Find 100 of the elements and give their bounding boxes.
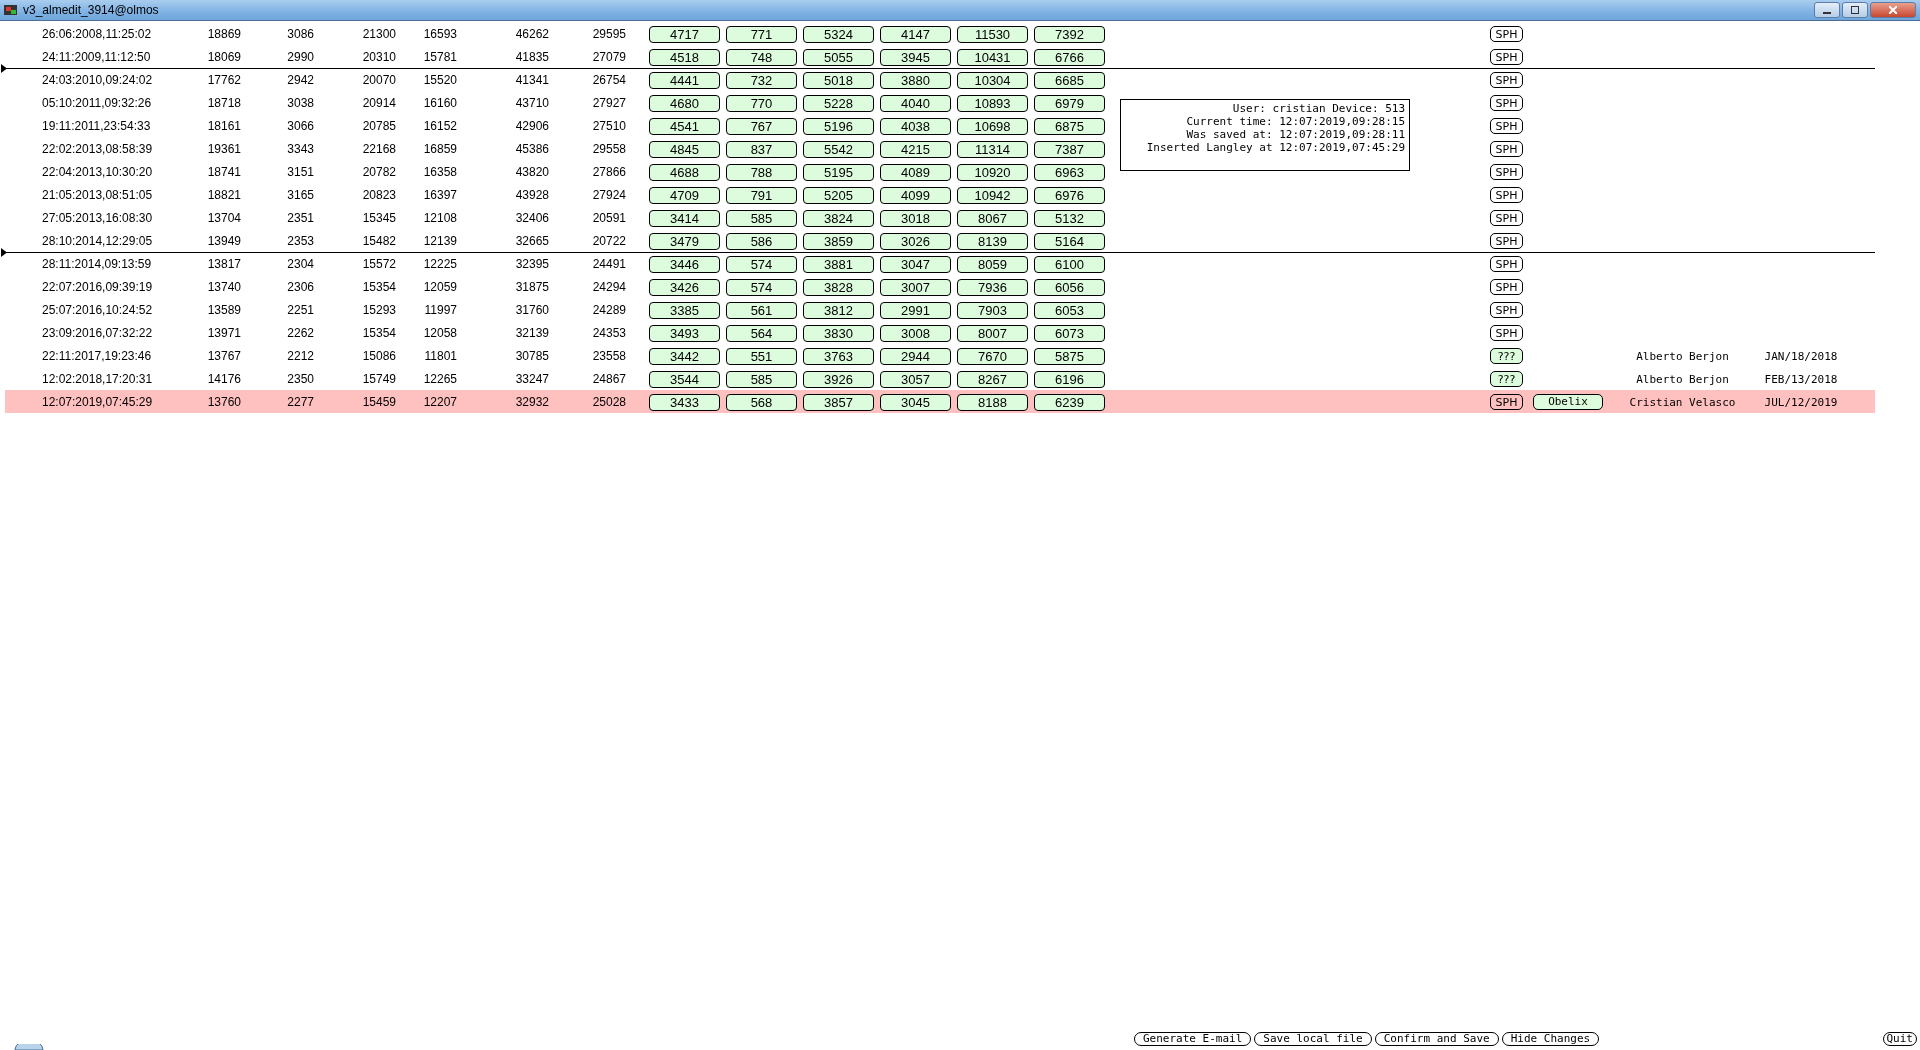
value-field[interactable]: 6053 — [1034, 301, 1105, 319]
value-field[interactable]: 5018 — [803, 71, 874, 89]
table-row[interactable]: 28:11:2014,09:13:59 13817 2304 15572 12225 32395 24491 3446 574 3881 3047 8059 6100 SPH — [5, 252, 1875, 275]
value-field[interactable]: 8267 — [957, 370, 1028, 388]
maximize-button[interactable] — [1842, 2, 1868, 18]
value-field[interactable]: 10304 — [957, 71, 1028, 89]
value-field[interactable]: 11530 — [957, 25, 1028, 43]
value-field[interactable]: 561 — [726, 301, 797, 319]
value-field[interactable]: 5055 — [803, 48, 874, 66]
value-field[interactable]: 3880 — [880, 71, 951, 89]
value-field[interactable]: 3857 — [803, 393, 874, 411]
value-field[interactable]: 6056 — [1034, 278, 1105, 296]
value-field[interactable]: 4845 — [649, 140, 720, 158]
value-field[interactable]: 732 — [726, 71, 797, 89]
value-field[interactable]: 11314 — [957, 140, 1028, 158]
table-row[interactable]: 12:07:2019,07:45:29 13760 2277 15459 12207 32932 25028 3433 568 3857 3045 8188 6239 SPH Obelix Cristian Velasco JUL/12/2019 — [5, 390, 1875, 413]
value-field[interactable]: 6100 — [1034, 255, 1105, 273]
value-field[interactable]: 8059 — [957, 255, 1028, 273]
value-field[interactable]: 7392 — [1034, 25, 1105, 43]
value-field[interactable]: 4709 — [649, 186, 720, 204]
value-field[interactable]: 6766 — [1034, 48, 1105, 66]
value-field[interactable]: 5196 — [803, 117, 874, 135]
value-field[interactable]: 586 — [726, 232, 797, 250]
flag-button[interactable]: SPH — [1490, 118, 1523, 134]
value-field[interactable]: 6685 — [1034, 71, 1105, 89]
value-field[interactable]: 6196 — [1034, 370, 1105, 388]
value-field[interactable]: 5875 — [1034, 347, 1105, 365]
value-field[interactable]: 3544 — [649, 370, 720, 388]
value-field[interactable]: 10431 — [957, 48, 1028, 66]
action-button[interactable]: Save local file — [1254, 1032, 1372, 1046]
value-field[interactable]: 3026 — [880, 232, 951, 250]
value-field[interactable]: 2944 — [880, 347, 951, 365]
value-field[interactable]: 3385 — [649, 301, 720, 319]
value-field[interactable]: 3047 — [880, 255, 951, 273]
value-field[interactable]: 4688 — [649, 163, 720, 181]
value-field[interactable]: 574 — [726, 278, 797, 296]
value-field[interactable]: 3763 — [803, 347, 874, 365]
value-field[interactable]: 3926 — [803, 370, 874, 388]
value-field[interactable]: 4089 — [880, 163, 951, 181]
value-field[interactable]: 3812 — [803, 301, 874, 319]
value-field[interactable]: 3007 — [880, 278, 951, 296]
value-field[interactable]: 564 — [726, 324, 797, 342]
flag-button[interactable]: SPH — [1490, 279, 1523, 295]
value-field[interactable]: 5542 — [803, 140, 874, 158]
value-field[interactable]: 8139 — [957, 232, 1028, 250]
flag-button[interactable]: SPH — [1490, 302, 1523, 318]
value-field[interactable]: 6979 — [1034, 94, 1105, 112]
action-button[interactable]: Confirm and Save — [1374, 1032, 1499, 1046]
value-field[interactable]: 8007 — [957, 324, 1028, 342]
flag-button[interactable]: SPH — [1490, 187, 1523, 203]
value-field[interactable]: 3008 — [880, 324, 951, 342]
value-field[interactable]: 3045 — [880, 393, 951, 411]
value-field[interactable]: 7903 — [957, 301, 1028, 319]
value-field[interactable]: 3824 — [803, 209, 874, 227]
value-field[interactable]: 3414 — [649, 209, 720, 227]
flag-button[interactable]: ??? — [1490, 348, 1523, 364]
value-field[interactable]: 3446 — [649, 255, 720, 273]
flag-button[interactable]: ??? — [1490, 371, 1523, 387]
flag-button[interactable]: SPH — [1490, 164, 1523, 180]
value-field[interactable]: 8067 — [957, 209, 1028, 227]
value-field[interactable]: 6976 — [1034, 186, 1105, 204]
value-field[interactable]: 771 — [726, 25, 797, 43]
value-field[interactable]: 3426 — [649, 278, 720, 296]
value-field[interactable]: 4215 — [880, 140, 951, 158]
value-field[interactable]: 5228 — [803, 94, 874, 112]
value-field[interactable]: 4040 — [880, 94, 951, 112]
value-field[interactable]: 5132 — [1034, 209, 1105, 227]
value-field[interactable]: 3881 — [803, 255, 874, 273]
flag-button[interactable]: SPH — [1490, 49, 1523, 65]
value-field[interactable]: 574 — [726, 255, 797, 273]
action-button[interactable]: Hide Changes — [1501, 1032, 1600, 1046]
value-field[interactable]: 10942 — [957, 186, 1028, 204]
value-field[interactable]: 6963 — [1034, 163, 1105, 181]
value-field[interactable]: 4518 — [649, 48, 720, 66]
value-field[interactable]: 5324 — [803, 25, 874, 43]
value-field[interactable]: 585 — [726, 209, 797, 227]
value-field[interactable]: 770 — [726, 94, 797, 112]
value-field[interactable]: 7670 — [957, 347, 1028, 365]
value-field[interactable]: 4099 — [880, 186, 951, 204]
value-field[interactable]: 4038 — [880, 117, 951, 135]
value-field[interactable]: 4717 — [649, 25, 720, 43]
value-field[interactable]: 7387 — [1034, 140, 1105, 158]
value-field[interactable]: 6239 — [1034, 393, 1105, 411]
value-field[interactable]: 3828 — [803, 278, 874, 296]
value-field[interactable]: 3945 — [880, 48, 951, 66]
value-field[interactable]: 10920 — [957, 163, 1028, 181]
minimize-button[interactable] — [1814, 2, 1840, 18]
value-field[interactable]: 837 — [726, 140, 797, 158]
value-field[interactable]: 568 — [726, 393, 797, 411]
value-field[interactable]: 3830 — [803, 324, 874, 342]
flag-button[interactable]: SPH — [1490, 141, 1523, 157]
flag-button[interactable]: SPH — [1490, 210, 1523, 226]
value-field[interactable]: 4441 — [649, 71, 720, 89]
value-field[interactable]: 3442 — [649, 347, 720, 365]
value-field[interactable]: 10893 — [957, 94, 1028, 112]
action-button[interactable]: Generate E-mail — [1134, 1032, 1252, 1046]
flag-button[interactable]: SPH — [1490, 325, 1523, 341]
value-field[interactable]: 5205 — [803, 186, 874, 204]
value-field[interactable]: 748 — [726, 48, 797, 66]
value-field[interactable]: 7936 — [957, 278, 1028, 296]
